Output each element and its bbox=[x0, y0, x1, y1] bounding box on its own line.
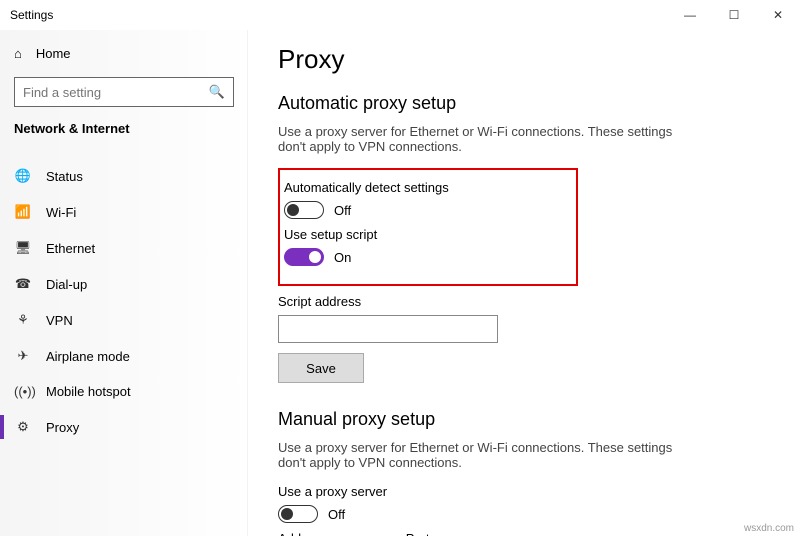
watermark: wsxdn.com bbox=[744, 523, 794, 534]
home-icon: ⌂ bbox=[14, 46, 22, 61]
setup-script-state: On bbox=[334, 250, 351, 265]
sidebar-item-label: Mobile hotspot bbox=[46, 384, 131, 399]
proxy-icon: ⚙ bbox=[14, 419, 32, 435]
save-button[interactable]: Save bbox=[278, 353, 364, 383]
home-label: Home bbox=[36, 46, 71, 61]
category-heading: Network & Internet bbox=[0, 121, 248, 148]
use-proxy-label: Use a proxy server bbox=[278, 484, 770, 499]
auto-description: Use a proxy server for Ethernet or Wi-Fi… bbox=[278, 124, 698, 154]
manual-description: Use a proxy server for Ethernet or Wi-Fi… bbox=[278, 440, 698, 470]
sidebar-item-ethernet[interactable]: 🖥 Ethernet bbox=[0, 230, 248, 266]
script-address-label: Script address bbox=[278, 294, 770, 309]
sidebar-item-proxy[interactable]: ⚙ Proxy bbox=[0, 409, 248, 445]
window-controls: — ☐ ✕ bbox=[668, 0, 800, 30]
sidebar-item-label: Wi-Fi bbox=[46, 205, 76, 220]
sidebar-item-label: Airplane mode bbox=[46, 349, 130, 364]
use-proxy-toggle[interactable] bbox=[278, 505, 318, 523]
manual-heading: Manual proxy setup bbox=[278, 409, 770, 430]
window-title: Settings bbox=[10, 8, 668, 22]
sidebar-item-label: VPN bbox=[46, 313, 73, 328]
address-label: Address bbox=[278, 531, 326, 536]
search-box[interactable]: 🔍 bbox=[14, 77, 234, 107]
sidebar-item-vpn[interactable]: ⚘ VPN bbox=[0, 302, 248, 338]
minimize-button[interactable]: — bbox=[668, 0, 712, 30]
auto-detect-toggle[interactable] bbox=[284, 201, 324, 219]
dialup-icon: ☎ bbox=[14, 276, 32, 292]
auto-detect-label: Automatically detect settings bbox=[284, 180, 566, 195]
titlebar: Settings — ☐ ✕ bbox=[0, 0, 800, 30]
auto-detect-state: Off bbox=[334, 203, 351, 218]
close-button[interactable]: ✕ bbox=[756, 0, 800, 30]
highlight-box: Automatically detect settings Off Use se… bbox=[278, 168, 578, 286]
sidebar-item-label: Status bbox=[46, 169, 83, 184]
port-label: Port bbox=[406, 531, 430, 536]
search-icon: 🔍 bbox=[209, 84, 225, 100]
nav-list: 🌐 Status 📶 Wi-Fi 🖥 Ethernet ☎ Dial-up ⚘ … bbox=[0, 148, 248, 445]
sidebar-item-wifi[interactable]: 📶 Wi-Fi bbox=[0, 194, 248, 230]
use-proxy-state: Off bbox=[328, 507, 345, 522]
sidebar-item-hotspot[interactable]: ((•)) Mobile hotspot bbox=[0, 374, 248, 409]
maximize-button[interactable]: ☐ bbox=[712, 0, 756, 30]
wifi-icon: 📶 bbox=[14, 204, 32, 220]
setup-script-toggle[interactable] bbox=[284, 248, 324, 266]
home-button[interactable]: ⌂ Home bbox=[0, 38, 248, 69]
sidebar-item-label: Ethernet bbox=[46, 241, 95, 256]
sidebar-item-airplane[interactable]: ✈ Airplane mode bbox=[0, 338, 248, 374]
sidebar-item-dialup[interactable]: ☎ Dial-up bbox=[0, 266, 248, 302]
ethernet-icon: 🖥 bbox=[14, 240, 32, 256]
main-content: Proxy Automatic proxy setup Use a proxy … bbox=[248, 30, 800, 536]
sidebar: ⌂ Home 🔍 Network & Internet 🌐 Status 📶 W… bbox=[0, 30, 248, 536]
auto-heading: Automatic proxy setup bbox=[278, 93, 770, 114]
vpn-icon: ⚘ bbox=[14, 312, 32, 328]
sidebar-item-status[interactable]: 🌐 Status bbox=[0, 158, 248, 194]
status-icon: 🌐 bbox=[14, 168, 32, 184]
sidebar-item-label: Dial-up bbox=[46, 277, 87, 292]
script-address-input[interactable] bbox=[278, 315, 498, 343]
hotspot-icon: ((•)) bbox=[14, 384, 32, 399]
sidebar-item-label: Proxy bbox=[46, 420, 79, 435]
setup-script-label: Use setup script bbox=[284, 227, 566, 242]
page-title: Proxy bbox=[278, 44, 770, 75]
search-input[interactable] bbox=[23, 85, 209, 100]
airplane-icon: ✈ bbox=[14, 348, 32, 364]
